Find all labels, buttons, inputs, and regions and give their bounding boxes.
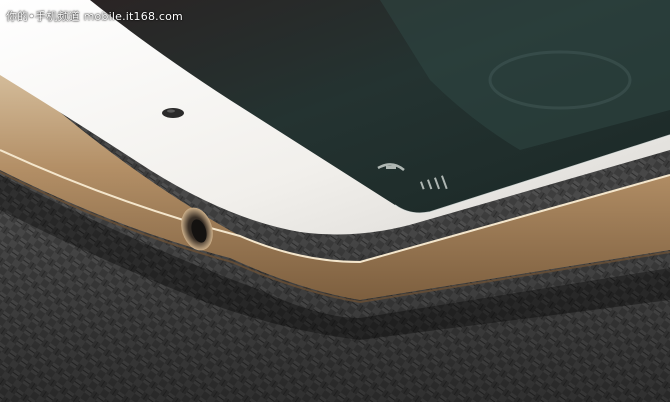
photo-canvas <box>0 0 670 402</box>
product-photo <box>0 0 670 402</box>
watermark-text: 你的•手机频道 mobile.it168.com <box>6 10 183 23</box>
front-sensor <box>162 108 184 118</box>
